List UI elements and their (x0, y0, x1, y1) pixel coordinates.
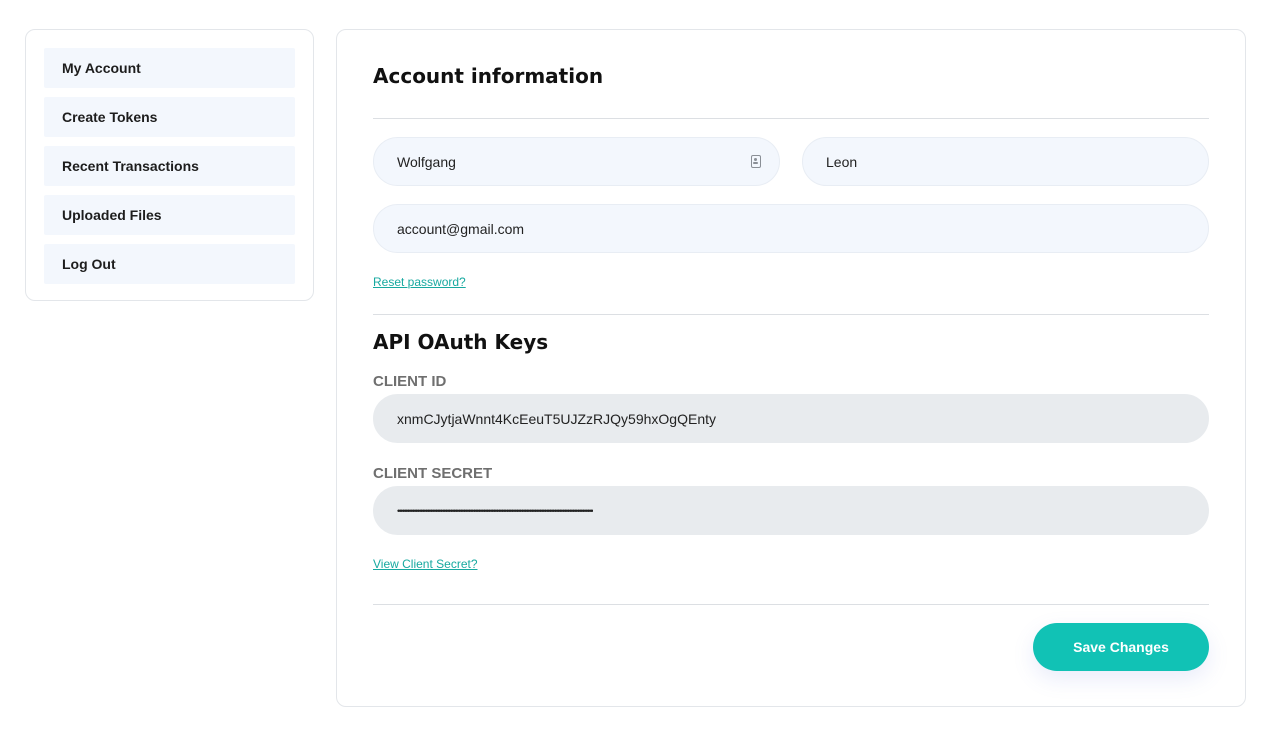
account-panel: Account information Reset password? API … (336, 29, 1246, 707)
account-sidebar: My Account Create Tokens Recent Transact… (25, 29, 314, 301)
sidebar-item-log-out[interactable]: Log Out (44, 244, 295, 284)
first-name-field[interactable] (373, 137, 780, 186)
api-oauth-keys-title: API OAuth Keys (373, 330, 549, 354)
reset-password-link[interactable]: Reset password? (373, 275, 466, 289)
divider (373, 604, 1209, 605)
client-id-field[interactable] (373, 394, 1209, 443)
account-information-title: Account information (373, 64, 604, 88)
divider (373, 314, 1209, 315)
first-name-input[interactable] (397, 153, 751, 170)
client-id-label: CLIENT ID (373, 373, 447, 390)
sidebar-item-uploaded-files[interactable]: Uploaded Files (44, 195, 295, 235)
last-name-field[interactable] (802, 137, 1209, 186)
save-changes-button[interactable]: Save Changes (1033, 623, 1209, 671)
sidebar-item-recent-transactions[interactable]: Recent Transactions (44, 146, 295, 186)
divider (373, 118, 1209, 119)
last-name-input[interactable] (826, 153, 1190, 170)
client-secret-label: CLIENT SECRET (373, 465, 493, 482)
sidebar-item-my-account[interactable]: My Account (44, 48, 295, 88)
client-secret-value: ••••••••••••••••••••••••••••••••••••••••… (397, 505, 594, 516)
email-input[interactable] (397, 220, 1190, 237)
client-id-input[interactable] (397, 410, 1190, 427)
sidebar-item-create-tokens[interactable]: Create Tokens (44, 97, 295, 137)
email-field[interactable] (373, 204, 1209, 253)
contact-card-icon (751, 155, 761, 168)
client-secret-field[interactable]: ••••••••••••••••••••••••••••••••••••••••… (373, 486, 1209, 535)
view-client-secret-link[interactable]: View Client Secret? (373, 557, 478, 571)
